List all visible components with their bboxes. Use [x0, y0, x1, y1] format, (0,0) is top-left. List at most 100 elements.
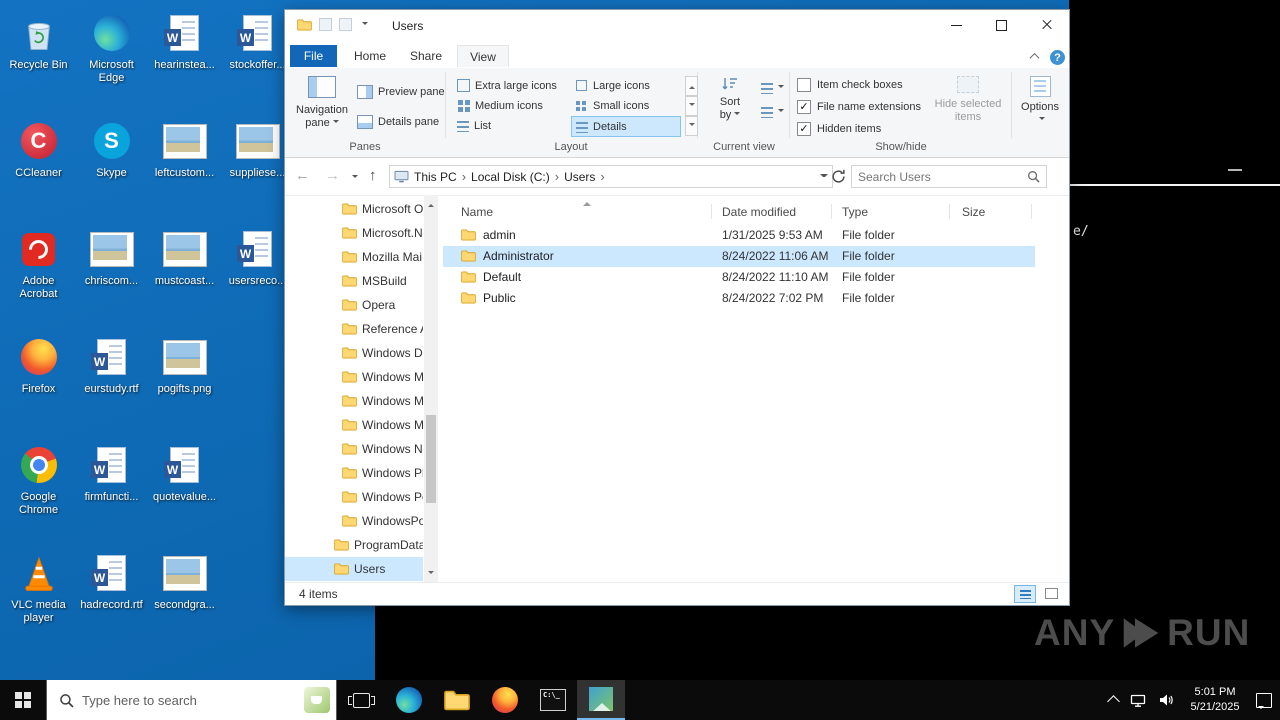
- desktop-icon-microsoft-edge[interactable]: Microsoft Edge: [75, 6, 148, 114]
- preview-pane-button[interactable]: Preview pane: [357, 84, 445, 100]
- taskbar-file-explorer-button[interactable]: [433, 680, 481, 720]
- tab-home[interactable]: Home: [345, 45, 395, 67]
- action-center-icon[interactable]: [1256, 692, 1272, 709]
- start-button[interactable]: [0, 680, 46, 720]
- tree-item[interactable]: Windows Ph: [285, 461, 423, 485]
- desktop-icon-chriscom[interactable]: chriscom...: [75, 222, 148, 330]
- breadcrumb[interactable]: This PC Local Disk (C:) Users: [389, 165, 833, 188]
- explorer-search-box[interactable]: [851, 165, 1047, 188]
- file-row-administrator-selected[interactable]: Administrator 8/24/2022 11:06 AM File fo…: [443, 246, 1035, 267]
- desktop-icon-ccleaner[interactable]: CCleaner: [2, 114, 75, 222]
- tree-item[interactable]: MSBuild: [285, 269, 423, 293]
- recent-locations-chevron-icon[interactable]: [352, 175, 358, 181]
- qat-properties-icon[interactable]: [319, 18, 332, 31]
- column-header-size[interactable]: Size: [962, 205, 985, 219]
- layout-list[interactable]: List: [453, 116, 569, 135]
- tree-item[interactable]: Windows M: [285, 413, 423, 437]
- explorer-search-input[interactable]: [852, 169, 1027, 184]
- task-view-button[interactable]: [337, 680, 385, 720]
- hidden-icons-chevron-icon[interactable]: [1107, 695, 1120, 708]
- qat-customize-chevron-icon[interactable]: [362, 21, 368, 28]
- network-icon[interactable]: [1130, 693, 1146, 708]
- desktop-icon-hearinstea[interactable]: hearinstea...: [148, 6, 221, 114]
- layout-large-icons[interactable]: Large icons: [571, 76, 681, 95]
- column-separator[interactable]: [711, 204, 712, 219]
- details-pane-button[interactable]: Details pane: [357, 114, 439, 130]
- column-header-date-modified[interactable]: Date modified: [722, 205, 796, 219]
- desktop-icon-recycle-bin[interactable]: Recycle Bin: [2, 6, 75, 114]
- tree-item[interactable]: Microsoft.N: [285, 221, 423, 245]
- tab-file[interactable]: File: [290, 45, 337, 67]
- desktop-icon-eurstudy[interactable]: eurstudy.rtf: [75, 330, 148, 438]
- qat-new-folder-icon[interactable]: [339, 18, 352, 31]
- desktop-icon-vlc[interactable]: VLC media player: [2, 546, 75, 654]
- column-separator[interactable]: [949, 204, 950, 219]
- back-button[interactable]: ←: [295, 167, 310, 184]
- column-header-type[interactable]: Type: [842, 205, 868, 219]
- breadcrumb-local-disk-c[interactable]: Local Disk (C:): [466, 170, 555, 184]
- tab-share[interactable]: Share: [401, 45, 451, 67]
- tree-item[interactable]: Windows D: [285, 341, 423, 365]
- collapse-ribbon-button[interactable]: [1029, 52, 1040, 63]
- desktop-icon-hadrecord[interactable]: hadrecord.rtf: [75, 546, 148, 654]
- desktop-icon-usersreco[interactable]: usersreco...: [221, 222, 294, 330]
- minimize-button[interactable]: [934, 10, 979, 40]
- maximize-button[interactable]: [979, 10, 1024, 40]
- tree-item[interactable]: Opera: [285, 293, 423, 317]
- add-columns-button[interactable]: [761, 104, 785, 120]
- tree-item[interactable]: Windows Po: [285, 485, 423, 509]
- scrollbar-thumb[interactable]: [426, 415, 436, 503]
- taskbar-cmd-button[interactable]: [529, 680, 577, 720]
- layout-details-selected[interactable]: Details: [571, 116, 681, 137]
- desktop-icon-google-chrome[interactable]: Google Chrome: [2, 438, 75, 546]
- taskbar-search-input[interactable]: [82, 692, 304, 708]
- desktop-icon-pogifts[interactable]: pogifts.png: [148, 330, 221, 438]
- desktop-icon-firmfuncti[interactable]: firmfuncti...: [75, 438, 148, 546]
- tree-item-users-selected[interactable]: Users: [285, 557, 423, 581]
- thumbnails-view-toggle-button[interactable]: [1041, 585, 1061, 601]
- item-check-boxes-checkbox[interactable]: [797, 78, 811, 92]
- file-row-public[interactable]: Public 8/24/2022 7:02 PM File folder: [443, 288, 1035, 309]
- breadcrumb-this-pc[interactable]: This PC: [409, 170, 462, 184]
- tree-item[interactable]: Microsoft O: [285, 197, 423, 221]
- item-check-boxes-row[interactable]: Item check boxes: [797, 77, 903, 93]
- sort-by-button[interactable]: Sort by: [703, 76, 757, 122]
- close-button[interactable]: [1024, 10, 1069, 40]
- layout-medium-icons[interactable]: Medium icons: [453, 96, 569, 115]
- desktop-icon-mustcoast[interactable]: mustcoast...: [148, 222, 221, 330]
- breadcrumb-separator-icon[interactable]: [600, 169, 604, 184]
- tree-item-programdata[interactable]: ProgramData: [285, 533, 423, 557]
- layout-gallery-down-button[interactable]: [685, 96, 698, 116]
- volume-icon[interactable]: [1158, 693, 1174, 707]
- scroll-up-icon[interactable]: [428, 201, 434, 207]
- file-row-admin[interactable]: admin 1/31/2025 9:53 AM File folder: [443, 225, 1035, 246]
- help-button[interactable]: ?: [1050, 50, 1065, 65]
- desktop-icon-firefox[interactable]: Firefox: [2, 330, 75, 438]
- details-view-toggle-button[interactable]: [1014, 585, 1036, 603]
- file-name-extensions-checkbox[interactable]: [797, 100, 811, 114]
- layout-small-icons[interactable]: Small icons: [571, 96, 681, 115]
- scroll-down-icon[interactable]: [428, 571, 434, 577]
- tree-scrollbar[interactable]: [424, 195, 438, 583]
- desktop-icon-quotevalue[interactable]: quotevalue...: [148, 438, 221, 546]
- navigation-pane-button[interactable]: Navigation pane: [293, 74, 351, 130]
- taskbar-clock[interactable]: 5:01 PM 5/21/2025: [1186, 685, 1244, 715]
- file-name-extensions-row[interactable]: File name extensions: [797, 99, 921, 115]
- taskbar-edge-button[interactable]: [385, 680, 433, 720]
- taskbar-active-app-button[interactable]: [577, 680, 625, 720]
- tree-item[interactable]: Reference A: [285, 317, 423, 341]
- forward-button[interactable]: →: [325, 167, 340, 184]
- taskbar-firefox-button[interactable]: [481, 680, 529, 720]
- tree-item[interactable]: Windows M: [285, 389, 423, 413]
- layout-gallery-more-button[interactable]: [685, 116, 698, 136]
- up-button[interactable]: ↑: [369, 167, 377, 184]
- layout-gallery-up-button[interactable]: [685, 76, 698, 96]
- tree-item[interactable]: Windows N: [285, 437, 423, 461]
- desktop-icon-suppliese[interactable]: suppliese...: [221, 114, 294, 222]
- tree-item[interactable]: Mozilla Mai: [285, 245, 423, 269]
- address-dropdown-chevron-icon[interactable]: [820, 173, 828, 180]
- taskbar-search-box[interactable]: [46, 680, 337, 720]
- hidden-items-row[interactable]: Hidden items: [797, 121, 881, 137]
- search-highlights-icon[interactable]: [304, 687, 330, 713]
- desktop-icon-secondgra[interactable]: secondgra...: [148, 546, 221, 654]
